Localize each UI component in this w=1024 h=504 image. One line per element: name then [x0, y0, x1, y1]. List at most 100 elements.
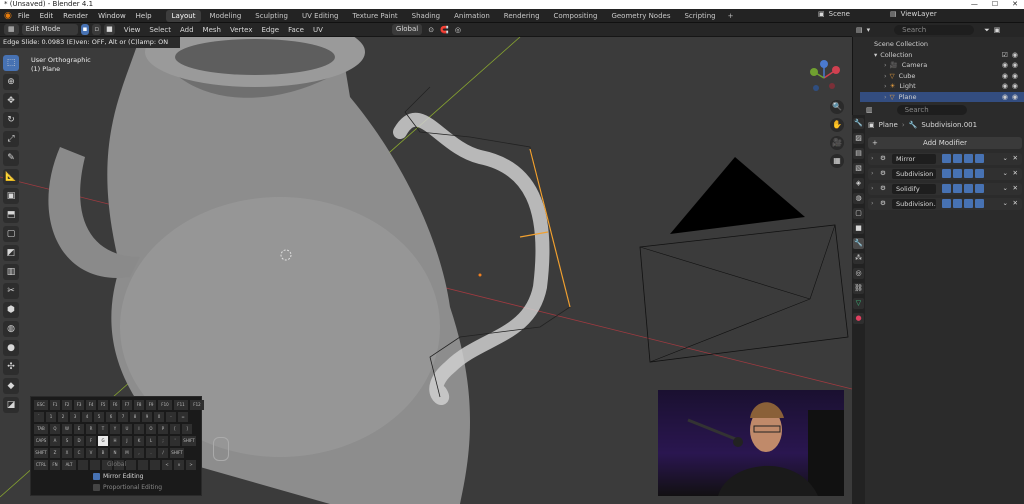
modifier-name-field[interactable]: Subdivision...: [892, 199, 936, 209]
expand-icon[interactable]: ›: [884, 72, 887, 80]
proportional-edit-icon[interactable]: ◎: [455, 26, 461, 34]
measure-tool-icon[interactable]: 📐: [3, 169, 19, 185]
checkbox-icon[interactable]: ☑: [1002, 50, 1008, 61]
header-menu-face[interactable]: Face: [288, 26, 304, 34]
world-tab-icon[interactable]: ◍: [853, 193, 864, 204]
camera-view-icon[interactable]: 🎥: [830, 136, 844, 150]
face-select-icon[interactable]: ■: [104, 24, 115, 35]
viewlayer-selector[interactable]: ViewLayer: [901, 10, 937, 18]
mirror-editing-option[interactable]: Mirror Editing: [93, 473, 162, 480]
scene-icon[interactable]: ▣: [818, 10, 825, 18]
edge-select-icon[interactable]: ▫: [92, 24, 102, 35]
poly-build-tool-icon[interactable]: ⬢: [3, 302, 19, 318]
modifier-name-field[interactable]: Mirror: [892, 154, 936, 164]
camera-restrict-icon[interactable]: ◉: [1002, 81, 1008, 92]
expand-icon[interactable]: ›: [884, 61, 887, 69]
modifier-name-field[interactable]: Subdivision: [892, 169, 936, 179]
modifier-row[interactable]: › ⚙ Mirror ⌄ ✕: [868, 153, 1022, 165]
edit-mode-toggle-icon[interactable]: [942, 199, 951, 208]
edit-mode-toggle-icon[interactable]: [942, 184, 951, 193]
tab-layout[interactable]: Layout: [165, 9, 202, 22]
menu-window[interactable]: Window: [98, 12, 126, 20]
editor-type-icon[interactable]: ▦: [4, 24, 19, 35]
menu-help[interactable]: Help: [136, 12, 152, 20]
cage-toggle-icon[interactable]: [953, 154, 962, 163]
viewport-toggle-icon[interactable]: [964, 169, 973, 178]
edit-mode-toggle-icon[interactable]: [942, 169, 951, 178]
modifier-row[interactable]: › ⚙ Subdivision... ⌄ ✕: [868, 198, 1022, 210]
zoom-icon[interactable]: 🔍: [830, 100, 844, 114]
tab-geometry-nodes[interactable]: Geometry Nodes: [605, 10, 676, 22]
ortho-grid-icon[interactable]: ▦: [830, 154, 844, 168]
tool-tab-icon[interactable]: 🔧: [853, 118, 864, 129]
funnel-icon[interactable]: ⏷: [984, 26, 990, 35]
header-menu-uv[interactable]: UV: [313, 26, 323, 34]
output-tab-icon[interactable]: ▤: [853, 148, 864, 159]
tab-scripting[interactable]: Scripting: [678, 10, 721, 22]
navigation-gizmo[interactable]: [806, 60, 842, 96]
close-icon[interactable]: ✕: [1012, 0, 1018, 9]
expand-icon[interactable]: ›: [871, 184, 874, 192]
scene-tab-icon[interactable]: ◈: [853, 178, 864, 189]
minimize-icon[interactable]: —: [971, 0, 978, 9]
add-cube-tool-icon[interactable]: ▣: [3, 188, 19, 204]
bevel-tool-icon[interactable]: ◩: [3, 245, 19, 261]
add-workspace-button[interactable]: +: [728, 12, 734, 20]
cage-toggle-icon[interactable]: [953, 184, 962, 193]
remove-modifier-icon[interactable]: ✕: [1013, 169, 1018, 177]
outliner-editor-icon[interactable]: ▤: [856, 26, 863, 34]
remove-modifier-icon[interactable]: ✕: [1013, 199, 1018, 207]
outliner-item-cube[interactable]: › ▽ Cube ◉ ◉: [860, 71, 1024, 82]
pivot-icon[interactable]: ⊙: [428, 26, 434, 34]
eye-icon[interactable]: ◉: [1012, 92, 1018, 103]
properties-editor-icon[interactable]: ▥: [866, 106, 873, 114]
tab-compositing[interactable]: Compositing: [548, 10, 604, 22]
add-modifier-button[interactable]: + Add Modifier: [868, 137, 1022, 149]
expand-icon[interactable]: ›: [871, 154, 874, 162]
expand-icon[interactable]: ›: [871, 199, 874, 207]
knife-tool-icon[interactable]: ✂: [3, 283, 19, 299]
modifier-row[interactable]: › ⚙ Solidify ⌄ ✕: [868, 183, 1022, 195]
header-menu-edge[interactable]: Edge: [262, 26, 280, 34]
render-tab-icon[interactable]: ▨: [853, 133, 864, 144]
dropdown-chevron-icon[interactable]: ⌄: [1003, 184, 1008, 192]
header-menu-mesh[interactable]: Mesh: [203, 26, 221, 34]
loop-cut-tool-icon[interactable]: ▥: [3, 264, 19, 280]
dropdown-chevron-icon[interactable]: ⌄: [1003, 169, 1008, 177]
collection-row[interactable]: ▾ Collection ◉ ☑: [860, 50, 1024, 61]
render-toggle-icon[interactable]: [975, 154, 984, 163]
select-box-tool-icon[interactable]: ⬚: [3, 55, 19, 71]
menu-edit[interactable]: Edit: [40, 12, 54, 20]
header-menu-view[interactable]: View: [124, 26, 141, 34]
annotate-tool-icon[interactable]: ✎: [3, 150, 19, 166]
proportional-editing-option[interactable]: Proportional Editing: [93, 484, 162, 491]
eye-icon[interactable]: ◉: [1012, 50, 1018, 61]
modifier-row[interactable]: › ⚙ Subdivision ⌄ ✕: [868, 168, 1022, 180]
cage-toggle-icon[interactable]: [953, 169, 962, 178]
view-layer-tab-icon[interactable]: ▧: [853, 163, 864, 174]
data-tab-icon[interactable]: ▽: [853, 298, 864, 309]
dropdown-chevron-icon[interactable]: ⌄: [1003, 154, 1008, 162]
filter-icon[interactable]: ▾: [867, 26, 871, 34]
header-menu-vertex[interactable]: Vertex: [230, 26, 253, 34]
viewlayer-icon[interactable]: ▤: [890, 10, 897, 18]
eye-icon[interactable]: ◉: [1012, 71, 1018, 82]
tab-uv-editing[interactable]: UV Editing: [296, 10, 345, 22]
rip-tool-icon[interactable]: ◪: [3, 397, 19, 413]
outliner-item-camera[interactable]: › 🎥 Camera ◉ ◉: [860, 60, 1024, 71]
modifier-tab-icon[interactable]: 🔧: [853, 238, 864, 249]
dropdown-chevron-icon[interactable]: ⌄: [1003, 199, 1008, 207]
render-toggle-icon[interactable]: [975, 199, 984, 208]
expand-icon[interactable]: ›: [884, 93, 887, 101]
material-tab-icon[interactable]: ●: [853, 313, 864, 324]
pan-hand-icon[interactable]: ✋: [830, 118, 844, 132]
camera-restrict-icon[interactable]: ◉: [1002, 60, 1008, 71]
tab-modeling[interactable]: Modeling: [203, 10, 247, 22]
rotate-tool-icon[interactable]: ↻: [3, 112, 19, 128]
scene-collection-row[interactable]: Scene Collection: [860, 39, 1024, 50]
header-menu-select[interactable]: Select: [149, 26, 171, 34]
tab-rendering[interactable]: Rendering: [498, 10, 546, 22]
outliner-search[interactable]: Search: [894, 25, 975, 35]
outliner-item-light[interactable]: › ☀ Light ◉ ◉: [860, 81, 1024, 92]
scene-selector[interactable]: Scene: [829, 10, 850, 18]
